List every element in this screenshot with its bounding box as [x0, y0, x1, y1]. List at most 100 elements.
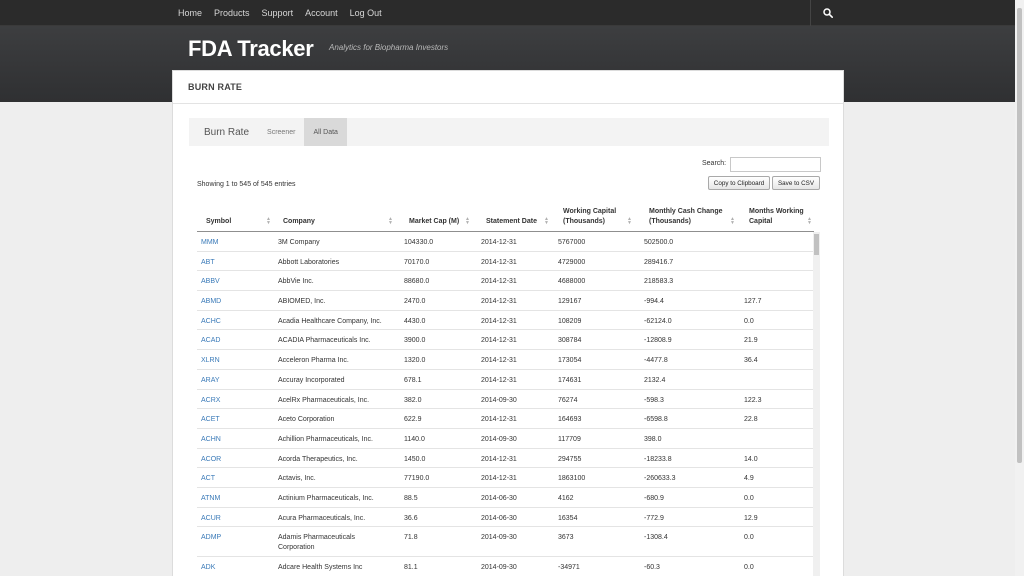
symbol-link[interactable]: ADMP — [201, 533, 221, 543]
table-cell: 2014-12-31 — [481, 336, 517, 346]
table-cell: 0.0 — [744, 494, 754, 504]
table-cell: Actinium Pharmaceuticals, Inc. — [278, 494, 393, 504]
page-scroll-thumb[interactable] — [1017, 8, 1022, 463]
table-cell: 1320.0 — [404, 356, 425, 366]
symbol-link[interactable]: ABT — [201, 258, 215, 268]
symbol-link[interactable]: ACOR — [201, 455, 221, 465]
symbol-link[interactable]: ABMD — [201, 297, 221, 307]
table-cell: 36.4 — [744, 356, 758, 366]
sort-icon[interactable]: ▲▼ — [627, 217, 632, 225]
nav-link-products[interactable]: Products — [214, 8, 250, 18]
table-cell: Acura Pharmaceuticals, Inc. — [278, 514, 393, 524]
table-cell: Acorda Therapeutics, Inc. — [278, 455, 393, 465]
table-scrollbar[interactable] — [813, 232, 820, 576]
table-cell: 0.0 — [744, 563, 754, 573]
table-row: ADMPAdamis Pharmaceuticals Corporation71… — [197, 527, 814, 557]
tab-screener[interactable]: Screener — [258, 118, 304, 146]
table-cell: 502500.0 — [644, 238, 673, 248]
search-button[interactable] — [810, 0, 844, 26]
sort-icon[interactable]: ▲▼ — [266, 217, 271, 225]
table-row: ABMDABIOMED, Inc.2470.02014-12-31129167-… — [197, 291, 814, 311]
table-cell: 2470.0 — [404, 297, 425, 307]
sort-icon[interactable]: ▲▼ — [465, 217, 470, 225]
table-row: ABBVAbbVie Inc.88680.02014-12-3146880002… — [197, 271, 814, 291]
symbol-link[interactable]: ACET — [201, 415, 220, 425]
entries-info: Showing 1 to 545 of 545 entries — [197, 181, 295, 188]
save-to-csv-button[interactable]: Save to CSV — [772, 176, 820, 190]
table-cell: 22.8 — [744, 415, 758, 425]
brand-title[interactable]: FDA Tracker — [188, 36, 314, 62]
tab-burn-rate[interactable]: Burn Rate — [189, 118, 258, 146]
table-cell: 14.0 — [744, 455, 758, 465]
table-cell: Adcare Health Systems Inc — [278, 563, 393, 573]
nav-link-log-out[interactable]: Log Out — [350, 8, 382, 18]
sort-icon[interactable]: ▲▼ — [544, 217, 549, 225]
table-cell: 2014-12-31 — [481, 277, 517, 287]
table-cell: 1450.0 — [404, 455, 425, 465]
table-cell: -1308.4 — [644, 533, 668, 543]
page-scrollbar[interactable] — [1015, 0, 1024, 576]
table-row: ACADACADIA Pharmaceuticals Inc.3900.0201… — [197, 330, 814, 350]
symbol-link[interactable]: ATNM — [201, 494, 220, 504]
table-cell: AcelRx Pharmaceuticals, Inc. — [278, 396, 393, 406]
table-cell: 2014-12-31 — [481, 415, 517, 425]
search-label: Search: — [702, 160, 726, 167]
symbol-link[interactable]: ACHN — [201, 435, 221, 445]
table-cell: -994.4 — [644, 297, 664, 307]
table-cell: 289416.7 — [644, 258, 673, 268]
symbol-link[interactable]: ACRX — [201, 396, 220, 406]
nav-link-support[interactable]: Support — [262, 8, 294, 18]
table-cell: 127.7 — [744, 297, 762, 307]
column-header-symbol[interactable]: Symbol — [206, 217, 231, 227]
copy-to-clipboard-button[interactable]: Copy to Clipboard — [708, 176, 770, 190]
table-row: ABTAbbott Laboratories70170.02014-12-314… — [197, 252, 814, 272]
symbol-link[interactable]: XLRN — [201, 356, 220, 366]
nav-link-home[interactable]: Home — [178, 8, 202, 18]
table-search-input[interactable] — [730, 157, 821, 172]
table-cell: 2014-09-30 — [481, 396, 517, 406]
table-cell: 122.3 — [744, 396, 762, 406]
table-cell: 218583.3 — [644, 277, 673, 287]
column-header-monthly-cash-change-thousands[interactable]: Monthly Cash Change(Thousands) — [649, 207, 723, 226]
table-cell: 173054 — [558, 356, 581, 366]
column-header-market-cap-m[interactable]: Market Cap (M) — [409, 217, 459, 227]
table-cell: 2014-06-30 — [481, 494, 517, 504]
sort-icon[interactable]: ▲▼ — [730, 217, 735, 225]
column-header-line: Company — [283, 217, 315, 227]
symbol-link[interactable]: ACUR — [201, 514, 221, 524]
column-header-line: Working Capital — [563, 207, 616, 217]
tab-all-data[interactable]: All Data — [304, 118, 347, 146]
symbol-link[interactable]: ACT — [201, 474, 215, 484]
column-header-company[interactable]: Company — [283, 217, 315, 227]
nav-links: Home Products Support Account Log Out — [172, 0, 852, 26]
column-header-months-working-capital[interactable]: Months WorkingCapital — [749, 207, 804, 226]
table-cell: 3673 — [558, 533, 574, 543]
table-cell: 2014-12-31 — [481, 317, 517, 327]
symbol-link[interactable]: ACHC — [201, 317, 221, 327]
column-header-line: Symbol — [206, 217, 231, 227]
symbol-link[interactable]: ARAY — [201, 376, 220, 386]
table-cell: -12808.9 — [644, 336, 672, 346]
table-cell: 88680.0 — [404, 277, 429, 287]
table-cell: 21.9 — [744, 336, 758, 346]
table-cell: 308784 — [558, 336, 581, 346]
table-cell: 2014-12-31 — [481, 258, 517, 268]
nav-link-account[interactable]: Account — [305, 8, 338, 18]
table-scroll-thumb[interactable] — [814, 234, 819, 255]
table-row: ARAYAccuray Incorporated678.12014-12-311… — [197, 370, 814, 390]
table-cell: -772.9 — [644, 514, 664, 524]
column-header-statement-date[interactable]: Statement Date — [486, 217, 537, 227]
table-cell: Adamis Pharmaceuticals Corporation — [278, 533, 393, 553]
table-cell: 70170.0 — [404, 258, 429, 268]
symbol-link[interactable]: ACAD — [201, 336, 220, 346]
symbol-link[interactable]: ADK — [201, 563, 215, 573]
table-cell: Achillion Pharmaceuticals, Inc. — [278, 435, 393, 445]
sort-icon[interactable]: ▲▼ — [388, 217, 393, 225]
sort-icon[interactable]: ▲▼ — [807, 217, 812, 225]
table-cell: Aceto Corporation — [278, 415, 393, 425]
symbol-link[interactable]: MMM — [201, 238, 219, 248]
symbol-link[interactable]: ABBV — [201, 277, 220, 287]
table-cell: 76274 — [558, 396, 577, 406]
column-header-working-capital-thousands[interactable]: Working Capital(Thousands) — [563, 207, 616, 226]
table-cell: 4430.0 — [404, 317, 425, 327]
